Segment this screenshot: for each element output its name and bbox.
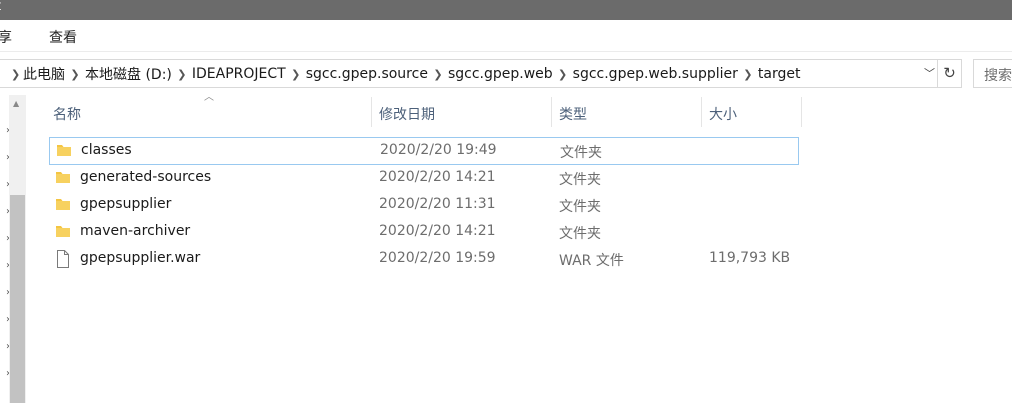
column-header-name[interactable]: 名称 [53, 104, 81, 124]
file-type: WAR 文件 [559, 253, 624, 269]
search-placeholder: 搜索 [984, 68, 1012, 84]
file-date: 2020/2/20 14:21 [379, 169, 496, 185]
chevron-right-icon[interactable]: ❯ [428, 68, 448, 81]
tab-share[interactable]: 享 [0, 27, 12, 47]
folder-icon [55, 223, 71, 243]
chevron-right-icon[interactable]: ❯ [65, 68, 85, 81]
column-header-size[interactable]: 大小 [709, 104, 737, 124]
breadcrumb-ideaproject[interactable]: IDEAPROJECT [192, 66, 286, 82]
ribbon-tabs: 享 查看 [0, 20, 1012, 52]
file-type: 文件夹 [560, 145, 602, 161]
file-date: 2020/2/20 14:21 [379, 223, 496, 239]
refresh-icon[interactable]: ↻ [938, 59, 962, 88]
file-row-gpepsupplier[interactable]: gpepsupplier 2020/2/20 11:31 文件夹 [49, 192, 797, 218]
column-divider[interactable] [371, 97, 372, 127]
nav-scrollbar[interactable]: ▲ [9, 95, 26, 403]
file-type: 文件夹 [559, 199, 601, 215]
file-type: 文件夹 [559, 172, 601, 188]
file-row-war[interactable]: gpepsupplier.war 2020/2/20 19:59 WAR 文件 … [49, 246, 797, 272]
chevron-right-icon[interactable]: ❯ [738, 68, 758, 81]
file-name: classes [81, 142, 132, 158]
chevron-right-icon[interactable]: ❯ [11, 68, 23, 81]
scroll-up-icon[interactable]: ▲ [13, 99, 19, 108]
folder-icon [55, 196, 71, 216]
column-divider[interactable] [551, 97, 552, 127]
chevron-right-icon[interactable]: ❯ [172, 68, 192, 81]
breadcrumb-source[interactable]: sgcc.gpep.source [306, 66, 428, 82]
chevron-right-icon[interactable]: ❯ [286, 68, 306, 81]
search-input[interactable]: 搜索 [973, 59, 1012, 88]
file-row-maven-archiver[interactable]: maven-archiver 2020/2/20 14:21 文件夹 [49, 219, 797, 245]
file-date: 2020/2/20 11:31 [379, 196, 496, 212]
title-bar: t [0, 0, 1012, 20]
folder-icon [55, 169, 71, 189]
file-date: 2020/2/20 19:59 [379, 250, 496, 266]
file-date: 2020/2/20 19:49 [380, 142, 497, 158]
breadcrumb-this-pc[interactable]: 此电脑 [23, 64, 65, 84]
file-row-generated-sources[interactable]: generated-sources 2020/2/20 14:21 文件夹 [49, 165, 797, 191]
breadcrumb-target[interactable]: target [758, 66, 801, 82]
file-name: gpepsupplier [80, 196, 172, 212]
tab-view[interactable]: 查看 [49, 27, 77, 47]
scrollbar-thumb[interactable] [10, 195, 25, 403]
column-headers: 名称 修改日期 类型 大小 [49, 97, 802, 127]
file-name: gpepsupplier.war [80, 250, 201, 266]
folder-icon [56, 142, 72, 162]
file-size: 119,793 KB [709, 250, 791, 266]
column-divider[interactable] [801, 97, 802, 127]
breadcrumb-web[interactable]: sgcc.gpep.web [448, 66, 553, 82]
file-name: generated-sources [80, 169, 212, 185]
address-bar[interactable]: ❯ 此电脑 ❯ 本地磁盘 (D:) ❯ IDEAPROJECT ❯ sgcc.g… [0, 59, 938, 88]
file-type: 文件夹 [559, 226, 601, 242]
column-header-type[interactable]: 类型 [559, 104, 587, 124]
window-title: t [0, 0, 1, 14]
column-header-date[interactable]: 修改日期 [379, 104, 435, 124]
breadcrumb-drive-d[interactable]: 本地磁盘 (D:) [85, 64, 172, 84]
file-name: maven-archiver [80, 223, 191, 239]
column-divider[interactable] [701, 97, 702, 127]
breadcrumb: ❯ 此电脑 ❯ 本地磁盘 (D:) ❯ IDEAPROJECT ❯ sgcc.g… [11, 64, 800, 84]
chevron-down-icon[interactable]: ﹀ [924, 65, 935, 81]
file-row-classes[interactable]: classes 2020/2/20 19:49 文件夹 [49, 137, 799, 165]
address-row: ❯ 此电脑 ❯ 本地磁盘 (D:) ❯ IDEAPROJECT ❯ sgcc.g… [0, 52, 1012, 92]
file-icon [55, 250, 71, 272]
breadcrumb-supplier[interactable]: sgcc.gpep.web.supplier [573, 66, 738, 82]
chevron-right-icon[interactable]: ❯ [553, 68, 573, 81]
